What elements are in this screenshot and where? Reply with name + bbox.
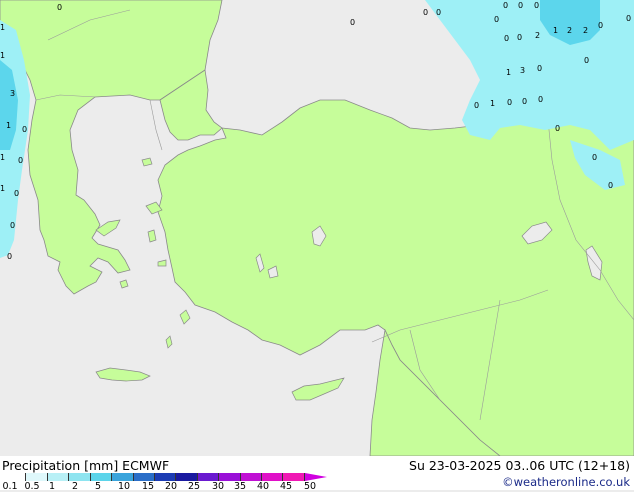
legend-label: 20 — [164, 481, 178, 492]
legend-label: 5 — [94, 481, 102, 492]
legend-swatch — [197, 473, 220, 481]
value-label: 0 — [14, 189, 19, 198]
legend-label: 50 — [303, 481, 317, 492]
legend-label: 25 — [187, 481, 201, 492]
legend-swatch — [26, 473, 48, 481]
value-label: 0 — [22, 125, 27, 134]
value-label: 0 — [538, 95, 543, 104]
value-label: 0 — [350, 18, 355, 27]
legend-swatch — [176, 473, 198, 481]
legend-swatch — [47, 473, 70, 481]
value-label: 0 — [10, 221, 15, 230]
legend-label: 1 — [48, 481, 56, 492]
value-label: 1 — [6, 121, 11, 130]
value-label: 0 — [517, 33, 522, 42]
legend-swatch — [112, 473, 134, 481]
legend-arrow-icon — [305, 473, 327, 481]
value-label: 0 — [436, 8, 441, 17]
value-label: 1 — [0, 23, 5, 32]
value-label: 0 — [592, 153, 597, 162]
value-label: 0 — [7, 252, 12, 261]
value-label: 0 — [423, 8, 428, 17]
legend-label: 0.5 — [24, 481, 40, 492]
legend-label: 10 — [117, 481, 131, 492]
value-label: 0 — [626, 14, 631, 23]
value-label: 0 — [507, 98, 512, 107]
value-label: 0 — [494, 15, 499, 24]
legend-swatch — [133, 473, 155, 481]
legend-label: 0.1 — [2, 481, 18, 492]
legend-swatch — [283, 473, 305, 481]
value-label: 0 — [537, 64, 542, 73]
value-label: 0 — [518, 1, 523, 10]
value-label: 0 — [503, 1, 508, 10]
value-label: 2 — [567, 26, 572, 35]
value-label: 0 — [57, 3, 62, 12]
value-label: 3 — [10, 89, 15, 98]
value-label: 0 — [534, 1, 539, 10]
value-label: 1 — [490, 99, 495, 108]
value-label: 0 — [18, 156, 23, 165]
legend-swatch — [219, 473, 241, 481]
value-label: 1 — [0, 51, 5, 60]
map-canvas: 0 0 0 0 0 0 0 0 2 1 2 2 0 0 1 3 0 0 0 1 … — [0, 0, 634, 456]
legend-label: 40 — [256, 481, 270, 492]
legend-label: 15 — [141, 481, 155, 492]
value-label: 1 — [0, 153, 5, 162]
precipitation-map: 0 0 0 0 0 0 0 0 2 1 2 2 0 0 1 3 0 0 0 1 … — [0, 0, 634, 456]
legend-swatch — [262, 473, 284, 481]
site-credit-link[interactable]: ©weatheronline.co.uk — [502, 475, 630, 489]
value-label: 0 — [584, 56, 589, 65]
valid-datetime: Su 23-03-2025 03..06 UTC (12+18) — [409, 458, 630, 473]
value-label: 0 — [504, 34, 509, 43]
legend-swatch — [90, 473, 113, 481]
value-label: 0 — [608, 181, 613, 190]
value-label: 1 — [0, 184, 5, 193]
legend-label: 35 — [233, 481, 247, 492]
value-label: 0 — [474, 101, 479, 110]
value-label: 1 — [553, 26, 558, 35]
value-label: 0 — [522, 97, 527, 106]
legend-label: 30 — [211, 481, 225, 492]
legend-swatch — [240, 473, 263, 481]
product-title: Precipitation [mm] ECMWF — [2, 458, 170, 473]
value-label: 3 — [520, 66, 525, 75]
legend-label: 45 — [279, 481, 293, 492]
value-label: 0 — [555, 124, 560, 133]
value-label: 0 — [598, 21, 603, 30]
legend-swatch — [154, 473, 177, 481]
legend-label: 2 — [71, 481, 79, 492]
legend-color-bar — [5, 473, 305, 481]
legend-swatch — [69, 473, 91, 481]
value-label: 1 — [506, 68, 511, 77]
legend-swatch — [5, 473, 27, 481]
value-label: 2 — [583, 26, 588, 35]
value-label: 2 — [535, 31, 540, 40]
